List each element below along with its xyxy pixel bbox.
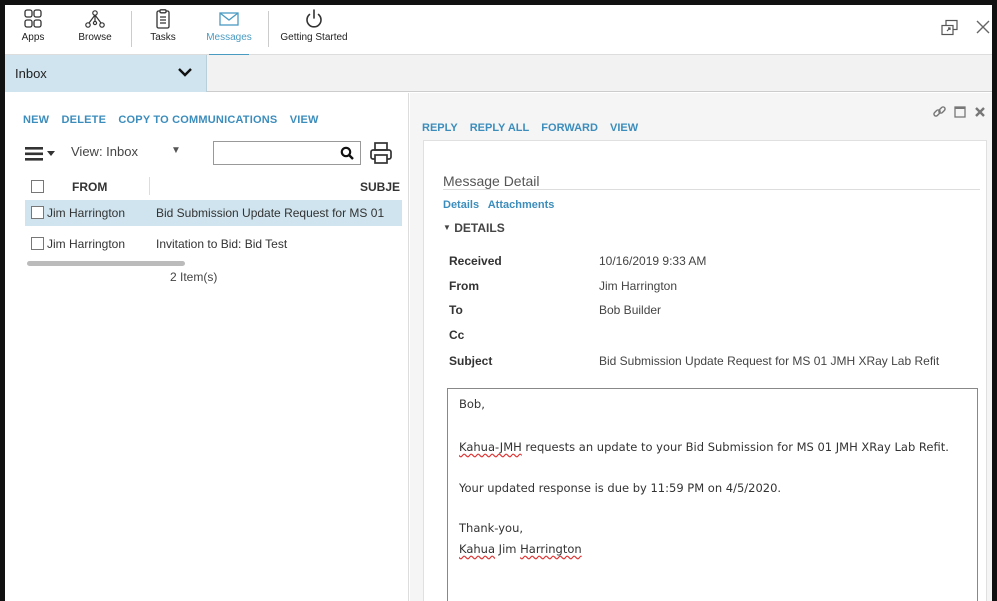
new-button[interactable]: NEW — [23, 114, 49, 126]
subject-value: Bid Submission Update Request for MS 01 … — [599, 354, 940, 368]
search-input[interactable] — [213, 141, 361, 165]
list-menu-icon[interactable] — [25, 147, 59, 161]
from-column-header[interactable]: FROM — [72, 180, 107, 194]
from-label: From — [449, 279, 479, 293]
received-value: 10/16/2019 9:33 AM — [599, 254, 707, 268]
folder-dropdown[interactable]: Inbox — [5, 55, 207, 92]
message-detail-card: Message Detail Details Attachments ▼ DET… — [423, 140, 987, 601]
link-icon[interactable] — [933, 105, 946, 118]
messages-label: Messages — [206, 32, 252, 43]
pane-controls — [933, 105, 986, 118]
apps-button[interactable]: Apps — [15, 9, 51, 53]
close-icon[interactable] — [975, 19, 991, 35]
signature-company: Kahua — [459, 542, 496, 556]
message-row[interactable]: Jim Harrington Bid Submission Update Req… — [25, 200, 402, 226]
body-closing: Thank-you, — [459, 521, 524, 535]
messages-button[interactable]: Messages — [201, 9, 257, 57]
body-line2: Your updated response is due by 11:59 PM… — [459, 481, 782, 495]
horizontal-scrollbar[interactable] — [27, 261, 185, 266]
select-all-checkbox[interactable] — [31, 180, 44, 193]
message-row[interactable]: Jim Harrington Invitation to Bid: Bid Te… — [25, 231, 402, 257]
details-section-toggle[interactable]: ▼ DETAILS — [443, 221, 505, 235]
row-checkbox[interactable] — [31, 206, 44, 219]
message-list-pane: NEW DELETE COPY TO COMMUNICATIONS VIEW V… — [5, 93, 409, 601]
browse-button[interactable]: Browse — [75, 9, 115, 53]
maximize-icon[interactable] — [954, 105, 966, 118]
search-icon[interactable] — [340, 146, 354, 160]
chevron-down-icon — [178, 68, 192, 77]
caret-down-icon[interactable]: ▼ — [171, 145, 181, 156]
signature-first: Jim — [495, 542, 521, 556]
message-detail-title: Message Detail — [443, 173, 540, 189]
list-actions: NEW DELETE COPY TO COMMUNICATIONS VIEW — [23, 114, 328, 126]
to-label: To — [449, 303, 463, 317]
tasks-clipboard-icon — [156, 9, 170, 29]
divider — [443, 189, 980, 190]
message-detail-pane: REPLY REPLY ALL FORWARD VIEW Message Det… — [410, 93, 992, 601]
detail-tabs: Details Attachments — [443, 199, 560, 211]
received-label: Received — [449, 254, 502, 268]
divider — [131, 11, 132, 47]
message-from: Jim Harrington — [47, 237, 126, 251]
list-toolbar: View: Inbox ▼ — [25, 141, 405, 167]
body-paragraph: Kahua-JMH requests an update to your Bid… — [459, 440, 949, 454]
tasks-label: Tasks — [150, 32, 176, 43]
app-bar: Apps Browse Tasks Messages Getting Start… — [5, 5, 992, 57]
column-divider — [149, 177, 150, 195]
signature-last: Harrington — [520, 542, 582, 556]
reply-button[interactable]: REPLY — [422, 122, 458, 134]
tab-details[interactable]: Details — [443, 199, 479, 211]
item-count: 2 Item(s) — [170, 270, 218, 284]
body-signature: Kahua Jim Harrington — [459, 542, 582, 556]
message-subject: Invitation to Bid: Bid Test — [156, 237, 288, 251]
body-company: Kahua-JMH — [459, 440, 522, 454]
folder-dropdown-value: Inbox — [15, 66, 47, 81]
close-pane-icon[interactable] — [974, 106, 986, 118]
popout-window-icon[interactable] — [940, 19, 960, 37]
app-window: Apps Browse Tasks Messages Getting Start… — [0, 0, 997, 601]
list-header: FROM SUBJE — [25, 175, 402, 199]
delete-button[interactable]: DELETE — [62, 114, 107, 126]
view-selector[interactable]: View: Inbox — [71, 144, 138, 159]
to-value: Bob Builder — [599, 303, 662, 317]
tasks-button[interactable]: Tasks — [145, 9, 181, 53]
detail-view-button[interactable]: VIEW — [610, 122, 638, 134]
apps-label: Apps — [21, 32, 45, 43]
row-checkbox[interactable] — [31, 237, 44, 250]
divider — [268, 11, 269, 47]
details-section-label: DETAILS — [454, 221, 505, 235]
apps-grid-icon — [24, 9, 42, 28]
body-line1: requests an update to your Bid Submissio… — [521, 440, 949, 454]
folder-bar: Inbox — [5, 55, 992, 92]
collapse-caret-icon: ▼ — [443, 223, 451, 232]
from-value: Jim Harrington — [599, 279, 678, 293]
reply-all-button[interactable]: REPLY ALL — [470, 122, 530, 134]
body-greeting: Bob, — [459, 397, 485, 411]
getting-started-button[interactable]: Getting Started — [279, 9, 349, 53]
subject-label: Subject — [449, 354, 493, 368]
forward-button[interactable]: FORWARD — [541, 122, 598, 134]
envelope-icon — [219, 12, 239, 26]
getting-started-label: Getting Started — [280, 32, 348, 43]
browse-label: Browse — [78, 32, 112, 43]
tab-attachments[interactable]: Attachments — [488, 199, 555, 211]
message-subject: Bid Submission Update Request for MS 01 — [156, 206, 385, 220]
power-icon — [306, 9, 322, 28]
subject-column-header[interactable]: SUBJE — [360, 180, 400, 194]
cc-label: Cc — [449, 328, 465, 342]
copy-to-communications-button[interactable]: COPY TO COMMUNICATIONS — [118, 114, 277, 126]
message-from: Jim Harrington — [47, 206, 126, 220]
view-button[interactable]: VIEW — [290, 114, 319, 126]
detail-actions: REPLY REPLY ALL FORWARD VIEW — [422, 122, 647, 134]
print-icon[interactable] — [369, 141, 393, 165]
browse-network-icon — [85, 10, 105, 28]
message-body: Bob, Kahua-JMH requests an update to you… — [447, 388, 978, 601]
